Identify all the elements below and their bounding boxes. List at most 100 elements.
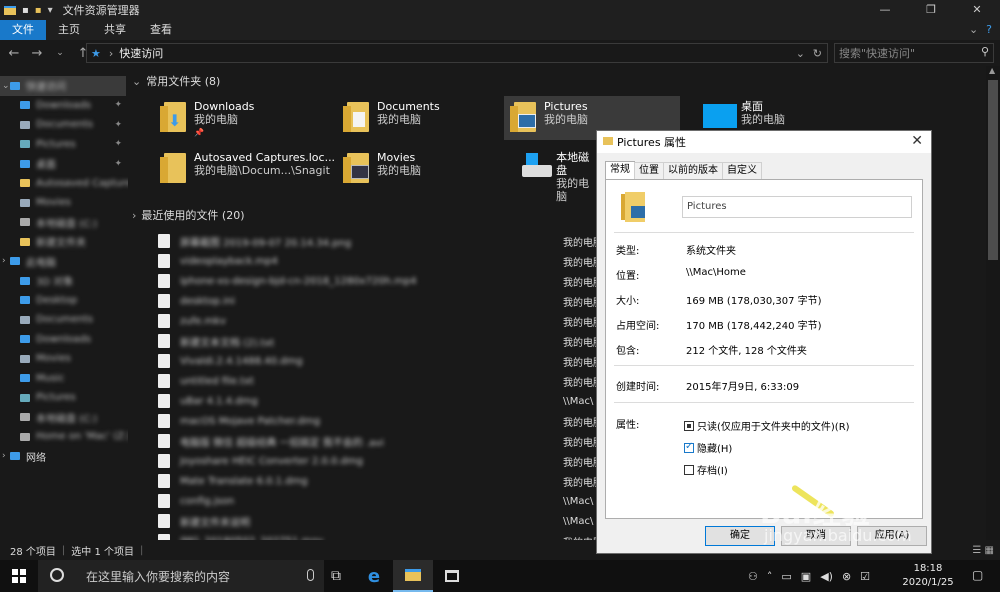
collapse-chevron-icon[interactable]: ⌄ [132, 75, 141, 88]
vertical-scrollbar[interactable]: ▲ [986, 66, 1000, 540]
address-path[interactable]: ★ › 快速访问 ⌄ ↻ [86, 43, 828, 63]
nav-item-label: Music [36, 372, 65, 384]
scroll-up-icon[interactable]: ▲ [989, 66, 995, 75]
folder-location: 我的电脑 [377, 113, 421, 126]
nav-item[interactable]: Pictures [0, 388, 126, 408]
expand-chevron-icon[interactable]: › [2, 256, 6, 266]
nav-item[interactable]: 网络 › [0, 447, 126, 467]
customize-qat-icon[interactable]: ▾ [48, 5, 53, 16]
network-icon[interactable]: ▣ [801, 570, 811, 583]
document-icon [353, 112, 365, 127]
people-icon[interactable]: ⚇ [748, 570, 758, 583]
collapse-chevron-icon[interactable]: › [132, 209, 136, 222]
microphone-icon[interactable] [307, 569, 314, 581]
expand-chevron-icon[interactable]: ⌄ [2, 81, 10, 91]
taskbar: 在这里输入你要搜索的内容 ⧉ e ⚇ ˄ ▭ ▣ ◀) ⊗ ☑ 18:18 20… [0, 560, 1000, 592]
pin-icon: ✦ [114, 119, 122, 130]
path-segment[interactable]: 快速访问 [119, 45, 163, 61]
nav-item[interactable]: Music [0, 369, 126, 389]
security-icon[interactable]: ☑ [860, 570, 870, 583]
folder-tile-documents[interactable]: Documents 我的电脑 [337, 96, 513, 140]
help-icon[interactable]: ? [986, 23, 992, 36]
recent-file-name: 新建文本文档 (2).txt [180, 337, 275, 349]
folder-tile-movies[interactable]: Movies 我的电脑 [337, 147, 513, 191]
properties-icon[interactable]: ▪ [22, 5, 29, 16]
restore-button[interactable]: ❐ [908, 0, 954, 20]
nav-item[interactable]: Pictures ✦ [0, 135, 126, 155]
cortana-icon[interactable] [50, 568, 64, 582]
nav-item[interactable]: 本地磁盘 (C:) [0, 408, 126, 428]
nav-item[interactable]: 新建文件夹 [0, 232, 126, 252]
windows-start-icon[interactable] [0, 560, 38, 592]
file-explorer-taskbar-icon[interactable] [393, 560, 433, 592]
nav-item-label: 3D 对象 [36, 277, 74, 289]
nav-item-icon [20, 335, 30, 344]
nav-item[interactable]: 快速访问 ⌄ [0, 76, 126, 96]
folder-name-field[interactable]: Pictures [682, 196, 912, 218]
minimize-button[interactable]: — [862, 0, 908, 20]
task-view-icon[interactable]: ⧉ [316, 560, 356, 592]
battery-icon[interactable]: ▭ [781, 570, 791, 583]
prop-contains: 包含: 212 个文件, 128 个文件夹 [616, 346, 807, 357]
nav-item[interactable]: Movies [0, 193, 126, 213]
prop-type: 类型: 系统文件夹 [616, 246, 736, 257]
nav-item-icon [20, 413, 30, 422]
back-arrow-icon[interactable]: ← [5, 46, 23, 61]
tab-location[interactable]: 位置 [634, 162, 664, 179]
close-window-button[interactable]: ✕ [954, 0, 1000, 20]
nav-item[interactable]: Documents ✦ [0, 115, 126, 135]
tab-customize[interactable]: 自定义 [722, 162, 762, 179]
scrollbar-thumb[interactable] [988, 80, 998, 260]
nav-item[interactable]: Documents [0, 310, 126, 330]
frequent-folders-header[interactable]: ⌄ 常用文件夹 (8) [132, 73, 220, 89]
nav-item[interactable]: Home on 'Mac' (Z:) [0, 427, 131, 447]
nav-item[interactable]: Downloads [0, 330, 126, 350]
nav-item[interactable]: Desktop [0, 291, 126, 311]
readonly-checkbox[interactable]: 只读(仅应用于文件夹中的文件)(R) [684, 418, 850, 433]
forward-arrow-icon[interactable]: → [28, 46, 46, 61]
taskbar-search-box[interactable]: 在这里输入你要搜索的内容 [38, 560, 324, 592]
folder-tile-downloads[interactable]: ⬇ Downloads 我的电脑 📌 [154, 96, 330, 140]
file-icon [158, 314, 170, 328]
taskbar-search-placeholder: 在这里输入你要搜索的内容 [86, 569, 231, 584]
nav-item[interactable]: 3D 对象 [0, 271, 126, 291]
recent-locations-icon[interactable]: ⌄ [51, 48, 69, 58]
recent-file-location: \\Mac\ [563, 395, 594, 407]
recent-file-name: 新建文件夹说明 [180, 517, 250, 529]
notifications-icon[interactable]: ▢ [972, 568, 983, 582]
new-folder-icon[interactable]: ▪ [35, 5, 42, 16]
tab-share[interactable]: 共享 [92, 20, 138, 40]
recent-files-header[interactable]: › 最近使用的文件 (20) [132, 207, 244, 223]
refresh-icon[interactable]: ↻ [813, 47, 822, 60]
error-badge-icon[interactable]: ⊗ [842, 570, 851, 583]
store-icon[interactable] [432, 560, 472, 592]
nav-item-icon [10, 452, 20, 461]
edge-browser-icon[interactable]: e [354, 560, 394, 592]
show-hidden-icons-icon[interactable]: ˄ [767, 570, 773, 583]
path-dropdown-icon[interactable]: ⌄ [796, 47, 805, 60]
taskbar-clock[interactable]: 18:18 2020/1/25 [896, 562, 960, 590]
nav-item[interactable]: 本地磁盘 (C:) [0, 213, 126, 233]
folder-tile-autosaved-captures[interactable]: Autosaved Captures.loc... 我的电脑\Docum...\S… [154, 147, 354, 191]
archive-checkbox[interactable]: 存档(I) [684, 462, 728, 477]
volume-icon[interactable]: ◀) [820, 570, 833, 583]
nav-item[interactable]: Movies [0, 349, 126, 369]
hidden-checkbox[interactable]: 隐藏(H) [684, 440, 732, 455]
tab-home[interactable]: 主页 [46, 20, 92, 40]
tab-file[interactable]: 文件 [0, 20, 46, 40]
nav-item[interactable]: 此电脑 › [0, 252, 126, 272]
tab-previous-versions[interactable]: 以前的版本 [663, 162, 723, 179]
nav-item[interactable]: Downloads ✦ [0, 96, 126, 116]
expand-ribbon-icon[interactable]: ⌄ [969, 23, 978, 36]
folder-tile-local-disk[interactable]: 本地磁盘 我的电脑 [518, 147, 598, 203]
search-input[interactable]: 搜索"快速访问" ⚲ [834, 43, 994, 63]
expand-chevron-icon[interactable]: › [2, 451, 6, 461]
tab-view[interactable]: 查看 [138, 20, 184, 40]
search-icon[interactable]: ⚲ [981, 45, 989, 58]
nav-item[interactable]: 桌面 ✦ [0, 154, 126, 174]
view-toggle-icons[interactable]: ☰ ▦ [972, 545, 994, 556]
system-tray: ⚇ ˄ ▭ ▣ ◀) ⊗ ☑ [748, 560, 870, 592]
nav-item[interactable]: Autosaved Captures [0, 174, 137, 194]
tab-general[interactable]: 常规 [605, 161, 635, 180]
close-icon[interactable]: ✕ [911, 133, 923, 149]
